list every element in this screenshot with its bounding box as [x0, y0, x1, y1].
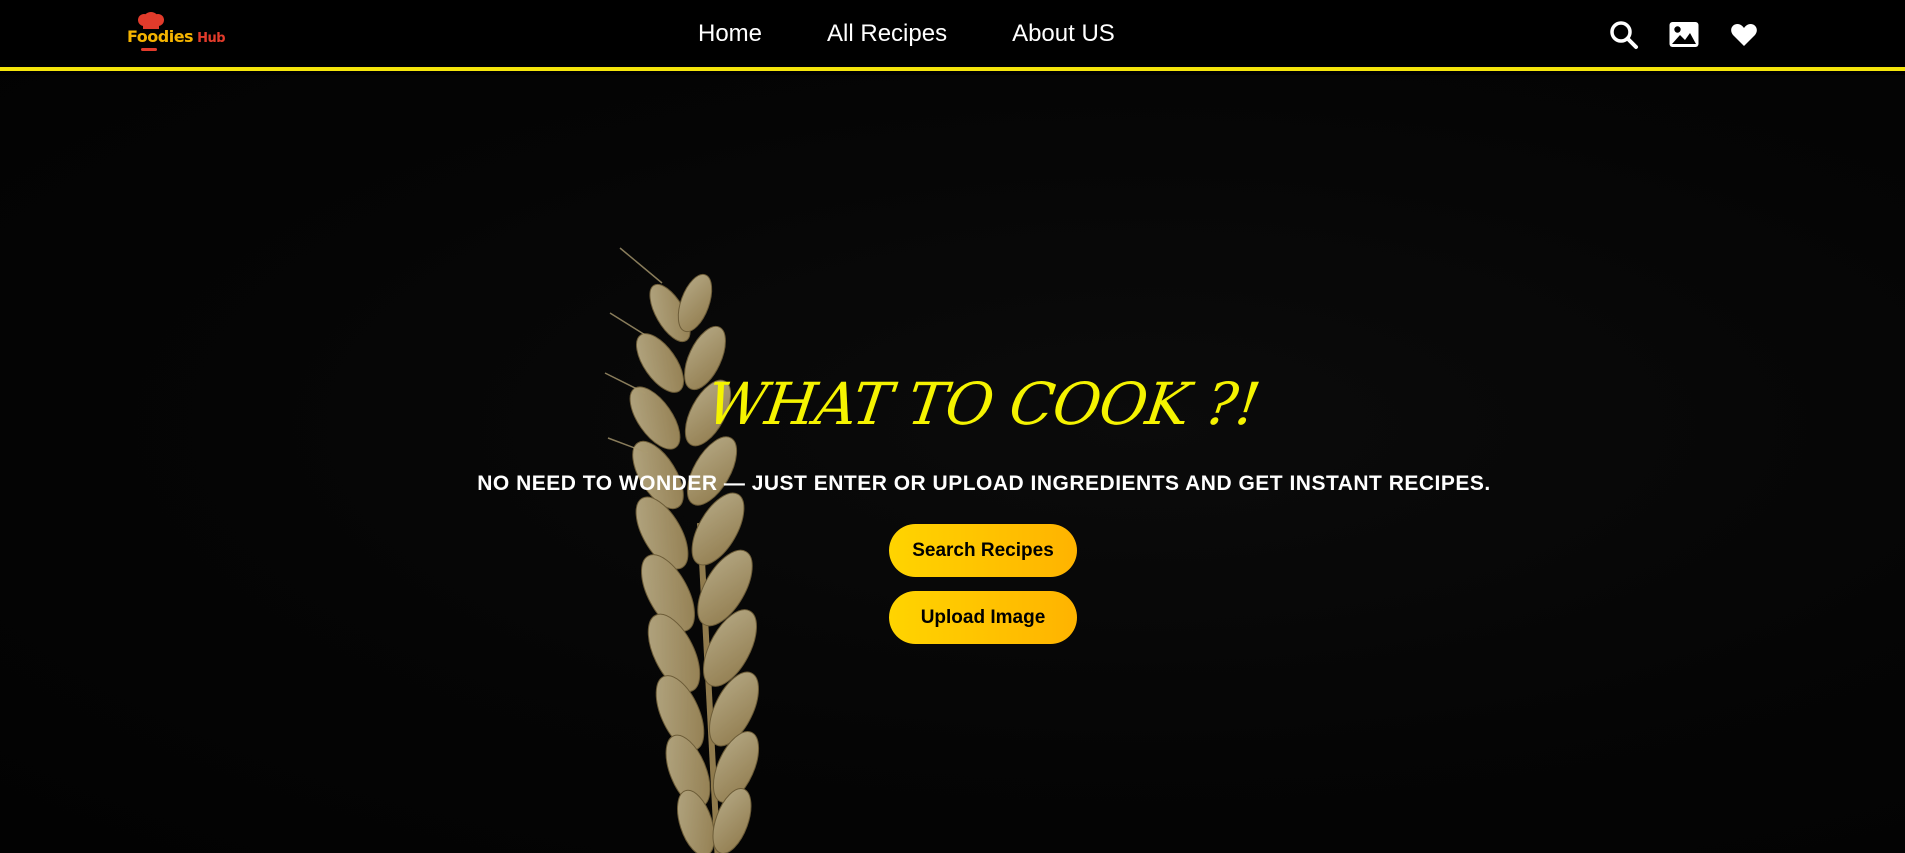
- nav-links: Home All Recipes About US: [698, 20, 1115, 48]
- logo-word-foodies: Foodies: [127, 27, 194, 46]
- nav-link-about-us[interactable]: About US: [1012, 20, 1115, 48]
- foodies-hub-logo[interactable]: Foodies Hub: [127, 12, 226, 54]
- logo-text: Foodies Hub: [127, 27, 226, 46]
- hero-section: WHAT TO COOK ?! NO NEED TO WONDER — JUST…: [0, 75, 1905, 853]
- nav-link-home[interactable]: Home: [698, 20, 762, 48]
- logo-word-hub: Hub: [197, 31, 226, 46]
- search-recipes-button[interactable]: Search Recipes: [889, 524, 1077, 577]
- wheat-ear-image: [604, 247, 760, 853]
- logo-underline: [141, 48, 157, 51]
- upload-image-button[interactable]: Upload Image: [889, 591, 1077, 644]
- hero-title: WHAT TO COOK ?!: [702, 370, 1264, 438]
- nav-link-all-recipes[interactable]: All Recipes: [827, 20, 947, 48]
- image-icon[interactable]: [1668, 19, 1700, 51]
- hero-subtitle: NO NEED TO WONDER — JUST ENTER OR UPLOAD…: [477, 472, 1491, 495]
- top-navbar: Foodies Hub Home All Recipes About US: [0, 0, 1905, 71]
- nav-icons: [1608, 19, 1760, 51]
- search-icon[interactable]: [1608, 19, 1640, 51]
- heart-icon[interactable]: [1728, 19, 1760, 51]
